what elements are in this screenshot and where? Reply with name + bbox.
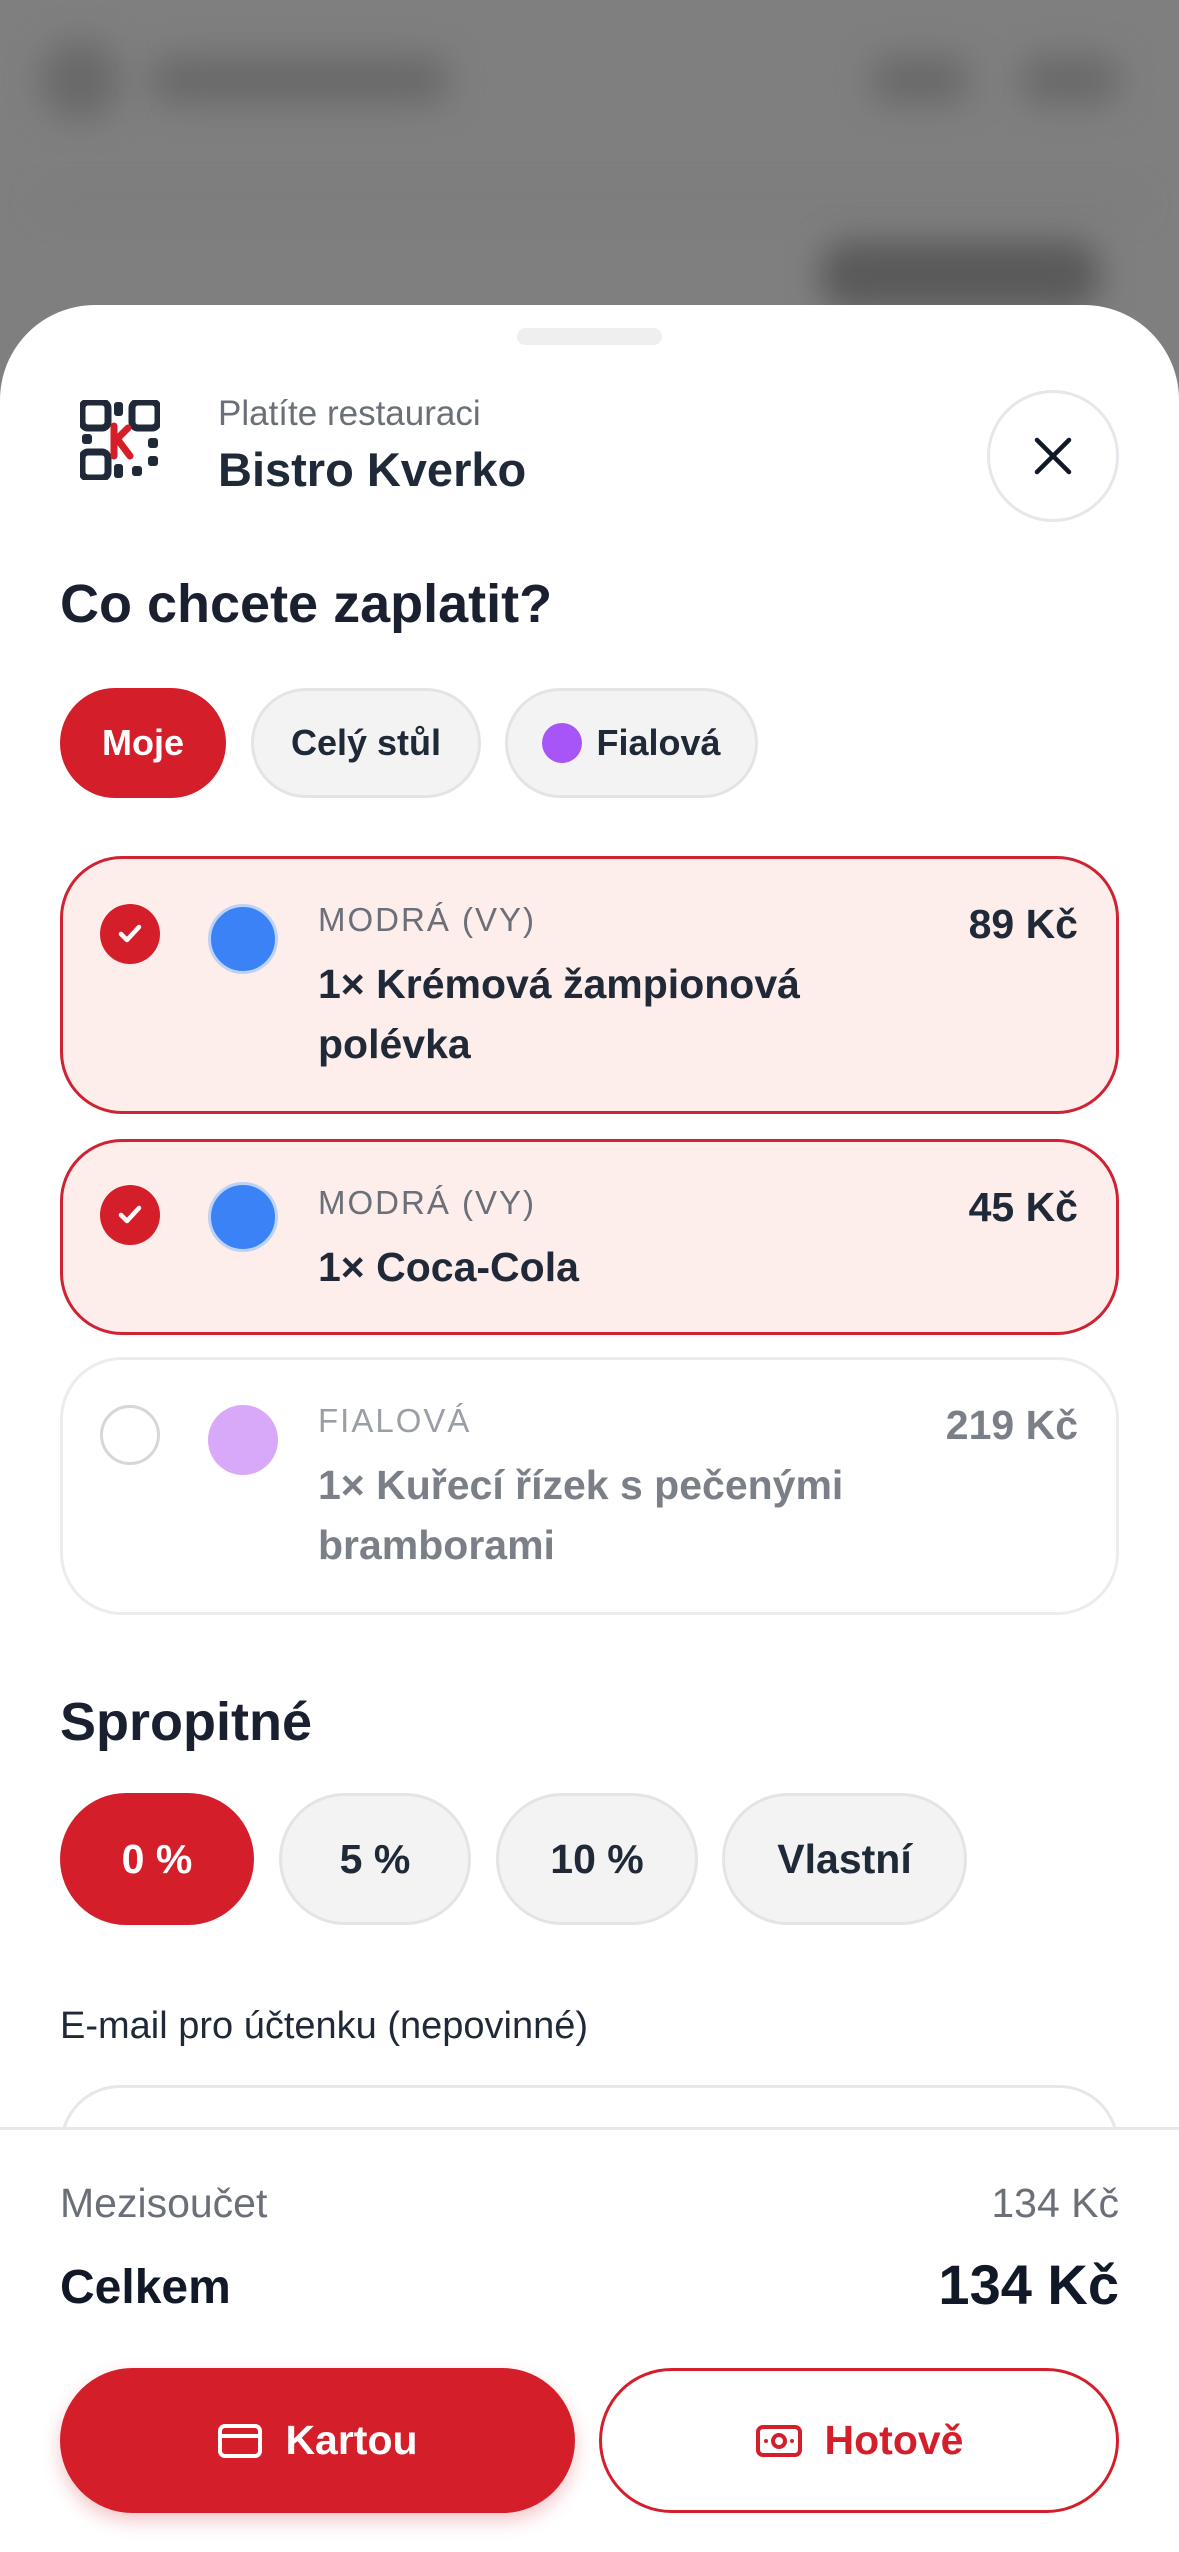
item-owner: MODRÁ (VY) bbox=[318, 901, 536, 938]
payment-footer: Mezisoučet 134 Kč Celkem 134 Kč Kartou H… bbox=[0, 2127, 1179, 2552]
cash-icon bbox=[755, 2424, 802, 2457]
order-item[interactable]: FIALOVÁ 1× Kuřecí řízek s pečenými bramb… bbox=[60, 1357, 1119, 1615]
section-title-tip: Spropitné bbox=[60, 1692, 312, 1752]
email-label: E-mail pro účtenku (nepovinné) bbox=[60, 2005, 589, 2047]
blue-color-dot-icon bbox=[208, 1182, 278, 1252]
order-item[interactable]: MODRÁ (VY) 1× Krémová žampionová polévka… bbox=[60, 856, 1119, 1114]
filter-purple[interactable]: Fialová bbox=[505, 688, 758, 798]
filter-whole-table[interactable]: Celý stůl bbox=[251, 688, 481, 798]
pay-by-cash-button[interactable]: Hotově bbox=[599, 2368, 1119, 2513]
order-item[interactable]: MODRÁ (VY) 1× Coca-Cola 45 Kč bbox=[60, 1139, 1119, 1335]
tip-option-custom[interactable]: Vlastní bbox=[722, 1793, 967, 1925]
close-button[interactable] bbox=[987, 390, 1119, 522]
item-owner: MODRÁ (VY) bbox=[318, 1184, 536, 1221]
filter-label: Moje bbox=[101, 722, 184, 763]
item-price: 45 Kč bbox=[968, 1184, 1078, 1230]
credit-card-icon bbox=[218, 2423, 263, 2458]
item-name: 1× Krémová žampionová polévka bbox=[318, 961, 800, 1067]
sheet-grabber[interactable] bbox=[517, 328, 662, 345]
item-name: 1× Coca-Cola bbox=[318, 1244, 579, 1290]
tip-label: 10 % bbox=[550, 1835, 644, 1882]
total-value: 134 Kč bbox=[938, 2253, 1119, 2316]
filter-mine[interactable]: Moje bbox=[60, 688, 226, 798]
purple-color-dot-icon bbox=[542, 723, 583, 763]
restaurant-name: Bistro Kverko bbox=[218, 443, 527, 496]
checkbox-checked[interactable] bbox=[100, 904, 160, 964]
item-name: 1× Kuřecí řízek s pečenými bramborami bbox=[318, 1462, 844, 1568]
header-subtitle: Platíte restauraci bbox=[218, 394, 481, 433]
tip-label: 0 % bbox=[121, 1835, 193, 1882]
tip-label: Vlastní bbox=[777, 1835, 912, 1882]
checkbox-checked[interactable] bbox=[100, 1185, 160, 1245]
payment-sheet: Platíte restauraci Bistro Kverko Co chce… bbox=[0, 305, 1179, 2552]
tip-option-0[interactable]: 0 % bbox=[60, 1793, 254, 1925]
subtotal-value: 134 Kč bbox=[991, 2180, 1119, 2226]
pay-cash-label: Hotově bbox=[824, 2417, 964, 2463]
tip-label: 5 % bbox=[339, 1835, 411, 1882]
filter-label: Fialová bbox=[596, 722, 721, 763]
tip-option-10[interactable]: 10 % bbox=[496, 1793, 698, 1925]
filter-label: Celý stůl bbox=[290, 722, 442, 763]
item-price: 219 Kč bbox=[945, 1402, 1078, 1448]
subtotal-label: Mezisoučet bbox=[60, 2180, 268, 2226]
checkmark-icon bbox=[118, 1205, 142, 1224]
item-owner: FIALOVÁ bbox=[318, 1402, 472, 1439]
blue-color-dot-icon bbox=[208, 904, 278, 974]
total-label: Celkem bbox=[60, 2261, 231, 2314]
item-price: 89 Kč bbox=[968, 901, 1078, 947]
close-icon bbox=[1034, 437, 1072, 475]
checkmark-icon bbox=[118, 924, 142, 943]
tip-option-5[interactable]: 5 % bbox=[279, 1793, 471, 1925]
purple-color-dot-icon bbox=[208, 1405, 278, 1475]
pay-card-label: Kartou bbox=[285, 2417, 418, 2463]
section-title-what-to-pay: Co chcete zaplatit? bbox=[60, 574, 553, 634]
pay-by-card-button[interactable]: Kartou bbox=[60, 2368, 575, 2513]
restaurant-qr-logo-icon bbox=[80, 400, 160, 480]
checkbox-unchecked[interactable] bbox=[100, 1405, 160, 1465]
sheet-header: Platíte restauraci Bistro Kverko bbox=[60, 380, 1119, 525]
